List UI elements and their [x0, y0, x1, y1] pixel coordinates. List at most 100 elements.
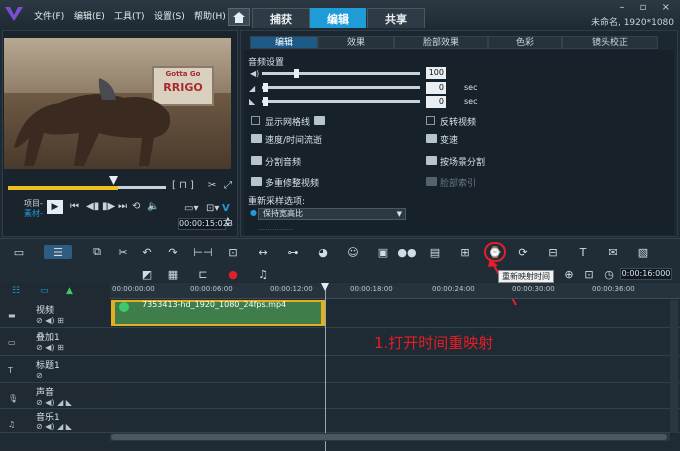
- subtitle-icon[interactable]: ▧: [636, 245, 650, 259]
- fade-in-knob[interactable]: [263, 83, 268, 92]
- face-icon[interactable]: ☺: [346, 245, 360, 259]
- speed-timelapse-button[interactable]: 速度/时间流逝: [265, 133, 322, 146]
- fade-out-slider[interactable]: [262, 100, 420, 103]
- fade-out-input[interactable]: 0: [426, 96, 446, 108]
- multi-trim-button[interactable]: 多重修整视频: [265, 176, 319, 189]
- crop-icon[interactable]: ⊡: [226, 245, 240, 259]
- play-button[interactable]: ▶: [47, 200, 63, 214]
- volume-icon: ◀): [250, 69, 260, 78]
- home-button[interactable]: [228, 8, 250, 26]
- repeat-icon[interactable]: ⟲: [132, 201, 140, 212]
- timecode-display[interactable]: 00:00:15:023: [178, 218, 233, 230]
- v-button[interactable]: V: [222, 203, 230, 214]
- auto-music-icon[interactable]: ♫: [256, 267, 270, 281]
- zoom-icon[interactable]: ⊕: [562, 267, 576, 281]
- tab-share[interactable]: 共享: [367, 8, 425, 28]
- volume-input[interactable]: 100: [426, 67, 446, 79]
- home-start-icon[interactable]: ⏮: [70, 201, 79, 212]
- timecode-down[interactable]: ▼: [226, 222, 230, 228]
- horizontal-scroll-thumb[interactable]: [111, 434, 667, 440]
- music-controls-icon[interactable]: ⊘ ◀) ◢ ◣: [36, 422, 72, 431]
- scrub-progress[interactable]: [8, 186, 118, 190]
- mark-in-icon[interactable]: [ ⊓ ]: [172, 180, 194, 191]
- undo-icon[interactable]: ↶: [140, 245, 154, 259]
- menu-settings[interactable]: 设置(S): [154, 9, 185, 22]
- screen-icon[interactable]: ⊡▾: [206, 203, 219, 214]
- text-icon[interactable]: T: [576, 245, 590, 259]
- split-icon[interactable]: ✂: [208, 180, 216, 191]
- volume-knob[interactable]: [294, 69, 299, 78]
- clip-trim-left[interactable]: [111, 300, 115, 326]
- fade-in-slider[interactable]: [262, 86, 420, 89]
- tab-capture[interactable]: 捕获: [252, 8, 310, 28]
- tab-options-lens[interactable]: 镜头校正: [562, 36, 658, 49]
- voice-track-icon: 🎙: [8, 394, 19, 403]
- tab-options-effect[interactable]: 效果: [318, 36, 394, 49]
- speed-timelapse-icon[interactable]: [251, 134, 262, 143]
- tab-edit[interactable]: 编辑: [310, 8, 366, 28]
- storyboard-view-icon[interactable]: ▭: [12, 245, 26, 259]
- tools-icon[interactable]: ✂: [116, 245, 130, 259]
- split-audio-button[interactable]: 分割音频: [265, 155, 301, 168]
- title-icon[interactable]: ▤: [428, 245, 442, 259]
- voice-controls-icon[interactable]: ⊘ ◀) ◢ ◣: [36, 398, 72, 407]
- track-icon[interactable]: ⊶: [286, 245, 300, 259]
- scrub-track[interactable]: [118, 186, 166, 189]
- track-label-title: 标题1: [36, 361, 60, 371]
- record-icon[interactable]: ●: [226, 267, 240, 281]
- mask-icon[interactable]: ◕: [316, 245, 330, 259]
- next-frame-icon[interactable]: ▮▶: [102, 201, 115, 212]
- redo-icon[interactable]: ↷: [166, 245, 180, 259]
- play-mode[interactable]: 项目- 素材-: [24, 199, 43, 219]
- enlarge-icon[interactable]: ⤢: [224, 180, 232, 191]
- add-track-icon[interactable]: ▭: [40, 286, 49, 296]
- snap-icon[interactable]: ⊏: [196, 267, 210, 281]
- track-manager-icon[interactable]: ☷: [12, 286, 20, 296]
- fit-icon[interactable]: ⊢⊣: [193, 245, 212, 259]
- grid-settings-icon[interactable]: [314, 116, 325, 125]
- chapter-icon[interactable]: ▲: [66, 286, 73, 296]
- multi-trim-icon[interactable]: [251, 177, 262, 186]
- end-icon[interactable]: ⏭: [118, 201, 127, 212]
- motion-icon[interactable]: ↔: [256, 245, 270, 259]
- split-by-scene-icon[interactable]: [426, 156, 437, 165]
- lock-icon[interactable]: ⊘ ◀) ⊞: [36, 316, 64, 325]
- overlay-track-icon: ▭: [8, 338, 16, 347]
- mail-icon[interactable]: ✉: [606, 245, 620, 259]
- tab-options-face[interactable]: 脸部效果: [394, 36, 488, 49]
- title-controls-icon[interactable]: ⊘: [36, 371, 43, 380]
- speed-icon[interactable]: [426, 134, 437, 143]
- vertical-scrollbar[interactable]: [670, 300, 678, 433]
- tab-options-color[interactable]: 色彩: [488, 36, 562, 49]
- volume-slider[interactable]: [262, 72, 420, 75]
- reverse-video-checkbox[interactable]: [426, 116, 435, 125]
- menu-tools[interactable]: 工具(T): [114, 9, 145, 22]
- volume-icon[interactable]: 🔈: [147, 201, 159, 212]
- menu-edit[interactable]: 编辑(E): [74, 9, 105, 22]
- resample-dropdown[interactable]: 保持宽高比 ▼: [258, 208, 406, 220]
- resample-radio-icon[interactable]: ●: [250, 208, 257, 217]
- show-grid-checkbox[interactable]: [251, 116, 260, 125]
- split-audio-icon[interactable]: [251, 156, 262, 165]
- menu-help[interactable]: 帮助(H): [194, 9, 226, 22]
- menu-file[interactable]: 文件(F): [34, 9, 64, 22]
- split-by-scene-button[interactable]: 按场景分割: [440, 155, 485, 168]
- timeline-view-icon[interactable]: ☰: [44, 245, 72, 259]
- ruler-tick: 00:00:06:00: [190, 285, 233, 293]
- fade-in-input[interactable]: 0: [426, 82, 446, 94]
- mixer-icon[interactable]: ▦: [166, 267, 180, 281]
- tab-options-edit[interactable]: 编辑: [250, 36, 318, 49]
- fade-out-knob[interactable]: [263, 97, 268, 106]
- speed-button[interactable]: 变速: [440, 133, 458, 146]
- zoom-fit-icon[interactable]: ⊡: [582, 267, 596, 281]
- project-duration[interactable]: 0:00:16:000: [620, 268, 672, 280]
- ripple-icon[interactable]: ◩: [140, 267, 154, 281]
- window-controls[interactable]: – ▫ ×: [619, 2, 676, 13]
- overlay-controls-icon[interactable]: ⊘ ◀) ⊞: [36, 343, 64, 352]
- cam-icon[interactable]: ▣: [376, 245, 390, 259]
- color-icon[interactable]: ●●: [397, 245, 416, 259]
- prev-frame-icon[interactable]: ◀▮: [86, 201, 99, 212]
- resolution-icon[interactable]: ▭▾: [184, 203, 198, 214]
- screen-record-icon[interactable]: ⊟: [546, 245, 560, 259]
- copy-icon[interactable]: ⧉: [90, 245, 104, 259]
